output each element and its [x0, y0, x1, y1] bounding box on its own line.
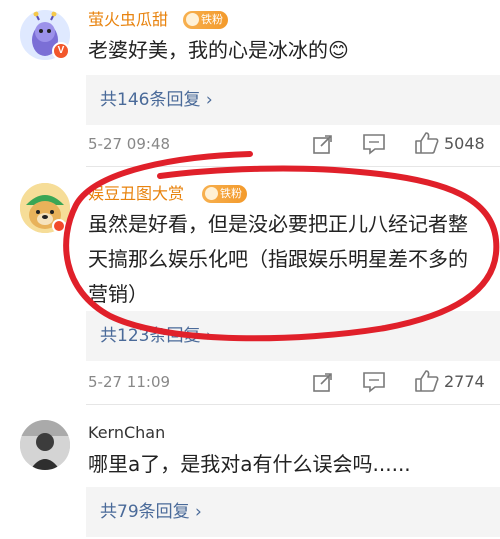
timestamp: 5-27 11:09	[88, 373, 171, 391]
timestamp: 5-27 09:48	[88, 135, 171, 153]
like-count: 2774	[444, 372, 485, 391]
verified-badge-icon: V	[52, 42, 70, 60]
avatar[interactable]	[20, 420, 70, 470]
username[interactable]: KernChan	[88, 423, 165, 443]
username[interactable]: 娱豆丑图大赏	[88, 184, 184, 204]
comment-text-line: 虽然是好看，但是没必要把正儿八经记者整	[88, 212, 468, 236]
reply-box[interactable]: 共146条回复 ›	[86, 75, 500, 125]
fan-badge-label: 铁粉	[201, 13, 223, 26]
username[interactable]: 萤火虫瓜甜	[88, 10, 168, 30]
divider	[86, 166, 500, 167]
view-replies-link[interactable]: 共79条回复 ›	[100, 499, 202, 525]
reply-box[interactable]: 共123条回复 ›	[86, 311, 500, 361]
share-icon[interactable]	[312, 133, 334, 155]
fan-badge-label: 铁粉	[220, 187, 242, 200]
fan-badge-icon	[186, 13, 199, 26]
comment-icon[interactable]	[362, 133, 386, 155]
fan-badge: 铁粉	[183, 11, 228, 29]
status-dot	[52, 219, 66, 233]
comment-text: 老婆好美，我的心是冰冰的😊	[88, 38, 349, 62]
comment-text: 哪里a了，是我对a有什么误会吗......	[88, 452, 411, 476]
fan-badge-icon	[205, 187, 218, 200]
divider	[86, 404, 500, 405]
comment-text-line: 天搞那么娱乐化吧（指跟娱乐明星差不多的	[88, 247, 468, 271]
view-replies-link[interactable]: 共123条回复 ›	[100, 323, 213, 349]
reply-box[interactable]: 共79条回复 ›	[86, 487, 500, 537]
comment-icon[interactable]	[362, 371, 386, 393]
comment-text-line: 营销）	[88, 282, 148, 306]
view-replies-link[interactable]: 共146条回复 ›	[100, 87, 213, 113]
like-count: 5048	[444, 134, 485, 153]
like-icon[interactable]	[414, 369, 440, 393]
share-icon[interactable]	[312, 371, 334, 393]
like-icon[interactable]	[414, 131, 440, 155]
fan-badge: 铁粉	[202, 185, 247, 203]
